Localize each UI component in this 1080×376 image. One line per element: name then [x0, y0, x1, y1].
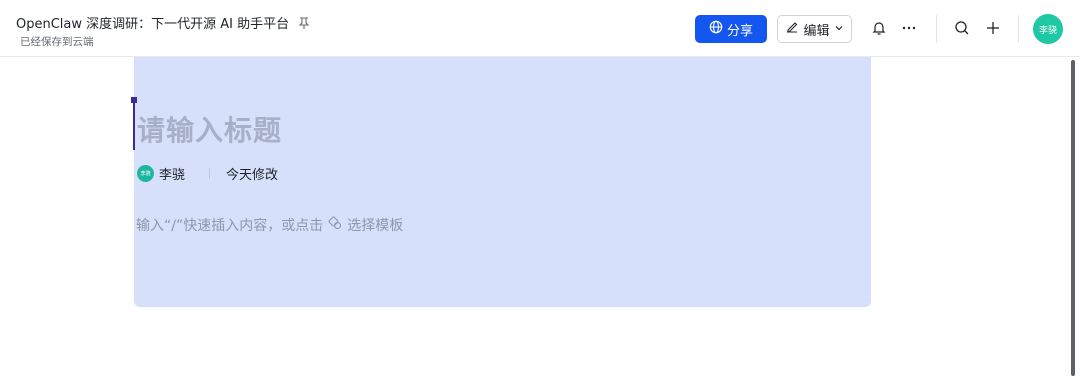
toolbar-divider-2	[1018, 15, 1019, 43]
edit-label: 编辑	[803, 23, 830, 39]
body-placeholder-text: 输入“/”快速插入内容，或点击	[136, 218, 324, 234]
share-button[interactable]: 分享	[695, 15, 767, 43]
modified-time: 今天修改	[226, 168, 279, 183]
avatar[interactable]: 李骁	[1033, 14, 1063, 44]
edit-button[interactable]: 编辑	[777, 15, 852, 43]
template-icon[interactable]	[327, 215, 343, 235]
pencil-icon	[785, 20, 799, 38]
top-bar: OpenClaw 深度调研：下一代开源 AI 助手平台 已经保存到云端 分享 编…	[0, 0, 1080, 57]
doc-meta: 李骁 李骁 今天修改	[137, 164, 278, 183]
globe-icon	[709, 20, 723, 38]
editor-area[interactable]: 请输入标题 李骁 李骁 今天修改 输入“/”快速插入内容，或点击 选择模板	[131, 57, 871, 307]
title-input[interactable]: 请输入标题	[137, 109, 282, 149]
author-avatar: 李骁	[137, 165, 154, 182]
toolbar-divider	[936, 15, 937, 43]
chevron-down-icon	[834, 22, 844, 37]
document-title-text: OpenClaw 深度调研：下一代开源 AI 助手平台	[16, 17, 290, 32]
pin-icon[interactable]	[297, 16, 311, 30]
template-link[interactable]: 选择模板	[347, 215, 403, 235]
text-caret	[133, 101, 135, 150]
author-name[interactable]: 李骁	[159, 164, 185, 183]
more-icon[interactable]	[898, 17, 920, 39]
meta-divider	[209, 168, 211, 179]
scrollbar[interactable]	[1071, 60, 1075, 376]
search-icon[interactable]	[951, 17, 973, 39]
share-label: 分享	[726, 23, 753, 39]
save-status: 已经保存到云端	[20, 36, 94, 48]
plus-icon[interactable]	[982, 17, 1004, 39]
bell-icon[interactable]	[868, 17, 890, 39]
document-title: OpenClaw 深度调研：下一代开源 AI 助手平台	[16, 13, 311, 32]
body-placeholder[interactable]: 输入“/”快速插入内容，或点击 选择模板	[136, 215, 403, 235]
